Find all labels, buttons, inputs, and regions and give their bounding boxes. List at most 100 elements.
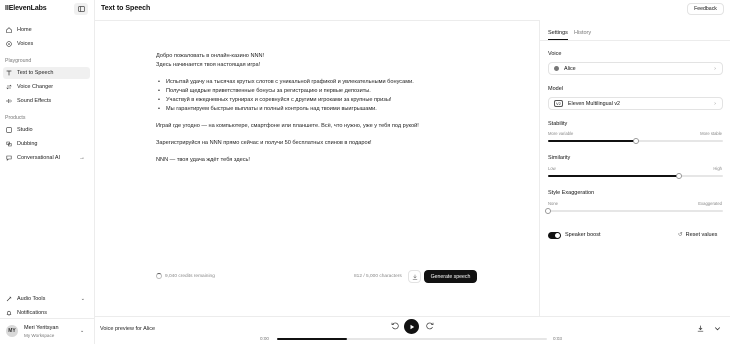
text-to-speech-icon: [6, 70, 12, 76]
voice-label: Voice: [548, 51, 562, 57]
sidebar-item-audio-tools[interactable]: Audio Tools ⌄: [3, 293, 90, 305]
time-total: 0:03: [553, 336, 562, 341]
time-current: 0:00: [260, 336, 269, 341]
reset-label: Reset values: [685, 232, 718, 238]
sidebar-item-label: Conversational AI: [17, 155, 61, 161]
sidebar-item-text-to-speech[interactable]: Text to Speech: [3, 67, 90, 79]
reset-values-button[interactable]: ↺ Reset values: [678, 232, 717, 238]
sidebar-item-label: Sound Effects: [17, 98, 52, 104]
style-exaggeration-label: Style Exaggeration: [548, 190, 595, 196]
slider-thumb[interactable]: [545, 208, 551, 214]
credits-remaining: 9,040 credits remaining: [156, 273, 215, 279]
sidebar-item-dubbing[interactable]: Dubbing: [3, 138, 90, 150]
play-button[interactable]: [404, 319, 419, 334]
similarity-min-label: Low: [548, 166, 556, 171]
play-icon: [410, 324, 414, 329]
download-icon: [412, 274, 417, 280]
chevron-down-icon[interactable]: [714, 325, 721, 334]
sidebar-item-sound-effects[interactable]: Sound Effects: [3, 95, 90, 107]
user-name[interactable]: Meri Yeritsyan: [24, 325, 59, 331]
sidebar-item-label: Notifications: [17, 310, 47, 316]
similarity-label: Similarity: [548, 155, 571, 161]
chevron-right-icon: ›: [714, 100, 716, 107]
sidebar-item-conversational-ai[interactable]: Conversational AI →: [3, 152, 90, 164]
chevron-down-icon[interactable]: ⌄: [80, 328, 84, 334]
style-max-label: Exaggerated: [698, 201, 722, 206]
avatar[interactable]: MY: [6, 325, 18, 337]
voice-preview-label: Voice preview for Alice: [100, 326, 156, 332]
sidebar-item-home[interactable]: Home: [3, 24, 90, 36]
rewind-button[interactable]: [390, 321, 399, 330]
generate-speech-button[interactable]: Generate speech: [424, 270, 477, 283]
voice-changer-icon: [6, 84, 12, 90]
sidebar-toggle-icon: [77, 6, 85, 12]
model-select[interactable]: V2 Eleven Multilingual v2 ›: [548, 97, 723, 110]
similarity-max-label: High: [713, 166, 722, 171]
list-item: Мы гарантируем быстрые выплаты и полный …: [158, 105, 486, 114]
style-exaggeration-slider[interactable]: [545, 208, 723, 214]
speaker-boost-label: Speaker boost: [565, 232, 601, 238]
audio-tools-icon: [6, 296, 12, 302]
download-button[interactable]: [408, 270, 421, 283]
text-editor[interactable]: Добро пожаловать в онлайн-казино NNN! Зд…: [156, 52, 486, 165]
download-audio-button[interactable]: [697, 325, 704, 334]
voice-select[interactable]: Alice ›: [548, 62, 723, 75]
speaker-boost-toggle[interactable]: [548, 232, 561, 239]
voices-icon: [6, 41, 12, 47]
editor-line: Добро пожаловать в онлайн-казино NNN!: [156, 53, 265, 59]
editor-bullet-list: Испытай удачу на тысячах крутых слотов с…: [156, 78, 486, 114]
model-label: Model: [548, 86, 563, 92]
slider-thumb[interactable]: [632, 138, 639, 144]
forward-button[interactable]: [425, 321, 434, 330]
section-products-title: Products: [5, 115, 26, 121]
slider-thumb[interactable]: [676, 173, 683, 179]
reset-icon: ↺: [678, 232, 683, 238]
arrow-right-icon: →: [79, 155, 85, 161]
collapse-sidebar-button[interactable]: [74, 3, 88, 15]
slider-fill: [548, 140, 636, 142]
logo[interactable]: IIElevenLabs: [5, 5, 47, 12]
studio-icon: [6, 127, 12, 133]
sidebar-item-voice-changer[interactable]: Voice Changer: [3, 81, 90, 93]
bell-icon: [6, 310, 12, 316]
credits-ring-icon: [156, 273, 162, 279]
dubbing-icon: [6, 141, 12, 147]
divider: [95, 316, 730, 317]
download-icon: [697, 325, 704, 332]
stability-max-label: More stable: [700, 131, 722, 136]
sidebar-item-label: Voices: [17, 41, 34, 47]
similarity-slider[interactable]: [548, 173, 723, 179]
slider-fill: [548, 175, 680, 177]
chevron-down-icon: ⌄: [80, 296, 85, 302]
settings-panel: Settings History Voice Alice › Model V2 …: [539, 20, 730, 316]
editor-paragraph: NNN — твоя удача ждёт тебя здесь!: [156, 157, 250, 163]
sidebar-item-label: Text to Speech: [17, 70, 54, 76]
stability-min-label: More variable: [548, 131, 574, 136]
tab-history[interactable]: History: [574, 30, 591, 36]
tab-settings[interactable]: Settings: [548, 30, 568, 36]
section-playground-title: Playground: [5, 58, 32, 64]
character-count: 812 / 5,000 characters: [354, 274, 402, 279]
chevron-right-icon: ›: [714, 65, 716, 72]
home-icon: [6, 27, 12, 33]
stability-slider[interactable]: [548, 138, 723, 144]
editor-paragraph: Зарегистрируйся на NNN прямо сейчас и по…: [156, 140, 372, 146]
playback-progress-bar[interactable]: [277, 338, 547, 340]
divider: [0, 318, 95, 319]
sidebar-item-label: Audio Tools: [17, 296, 46, 302]
list-item: Получай щедрые приветственные бонусы за …: [158, 87, 486, 96]
sidebar-item-label: Studio: [17, 127, 33, 133]
model-value: Eleven Multilingual v2: [567, 100, 621, 107]
feedback-button[interactable]: Feedback: [687, 3, 724, 15]
user-workspace: My Workspace: [24, 333, 55, 338]
sidebar-item-studio[interactable]: Studio: [3, 124, 90, 136]
editor-line: Здесь начинается твоя настоящая игра!: [156, 62, 261, 68]
page-title: Text to Speech: [101, 5, 151, 12]
voice-value: Alice: [564, 65, 576, 72]
sidebar-item-label: Dubbing: [17, 141, 38, 147]
model-version-badge: V2: [554, 100, 563, 107]
credits-text: 9,040 credits remaining: [165, 273, 215, 279]
editor-paragraph: Играй где угодно — на компьютере, смартф…: [156, 123, 419, 129]
list-item: Участвуй в ежедневных турнирах и соревну…: [158, 96, 486, 105]
sidebar-item-voices[interactable]: Voices: [3, 38, 90, 50]
